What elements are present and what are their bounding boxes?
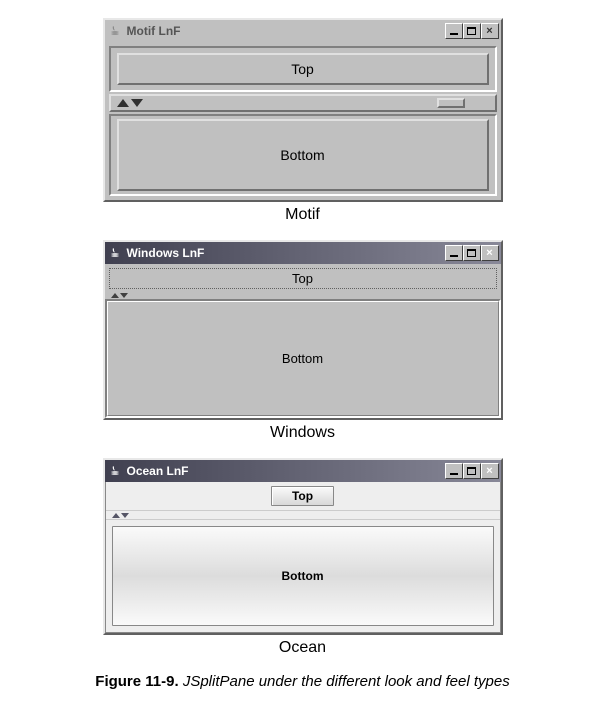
maximize-button[interactable] — [463, 463, 481, 479]
maximize-button[interactable] — [463, 23, 481, 39]
collapse-up-icon[interactable] — [112, 513, 120, 518]
top-button[interactable]: Top — [271, 486, 334, 506]
minimize-icon — [450, 473, 458, 475]
figure-caption: Figure 11-9. JSplitPane under the differ… — [10, 673, 595, 690]
motif-caption: Motif — [10, 206, 595, 224]
figure-number: Figure 11-9. — [95, 673, 178, 690]
split-bottom-panel: Bottom — [109, 114, 497, 196]
close-button[interactable]: × — [481, 23, 499, 39]
titlebar[interactable]: Windows LnF × — [105, 242, 501, 264]
bottom-button-label: Bottom — [282, 569, 324, 583]
split-bottom-panel: Bottom — [105, 299, 501, 418]
split-top-panel: Top — [106, 482, 500, 510]
java-icon — [107, 245, 123, 261]
minimize-icon — [450, 33, 458, 35]
split-top-panel: Top — [109, 46, 497, 92]
bottom-button[interactable]: Bottom — [107, 301, 499, 416]
collapse-down-icon[interactable] — [120, 293, 128, 298]
window-controls: × — [445, 245, 499, 261]
split-top-panel: Top — [105, 264, 501, 291]
motif-window: Motif LnF × Top Bottom — [103, 18, 503, 202]
collapse-down-icon[interactable] — [131, 99, 143, 107]
figure-text: JSplitPane under the different look and … — [183, 673, 510, 690]
window-controls: × — [445, 23, 499, 39]
divider-arrows — [117, 99, 143, 107]
maximize-icon — [467, 27, 476, 35]
window-title: Motif LnF — [127, 24, 181, 38]
close-icon: × — [486, 26, 492, 37]
split-divider[interactable] — [109, 94, 497, 112]
top-button[interactable]: Top — [117, 53, 489, 85]
maximize-button[interactable] — [463, 245, 481, 261]
divider-grip[interactable] — [437, 98, 465, 108]
top-button[interactable]: Top — [109, 268, 497, 289]
ocean-window: Ocean LnF × Top Bottom — [103, 458, 503, 635]
window-body: Top Bottom — [105, 264, 501, 418]
split-bottom-panel: Bottom — [106, 520, 500, 632]
split-divider[interactable] — [106, 510, 500, 520]
bottom-button[interactable]: Bottom — [112, 526, 494, 626]
maximize-icon — [467, 249, 476, 257]
collapse-down-icon[interactable] — [121, 513, 129, 518]
window-title: Windows LnF — [127, 246, 205, 260]
top-button-label: Top — [292, 489, 313, 503]
close-button[interactable]: × — [481, 463, 499, 479]
titlebar[interactable]: Ocean LnF × — [105, 460, 501, 482]
bottom-button-label: Bottom — [280, 147, 324, 163]
minimize-button[interactable] — [445, 245, 463, 261]
java-icon — [107, 463, 123, 479]
close-icon: × — [486, 466, 492, 477]
minimize-button[interactable] — [445, 463, 463, 479]
close-button[interactable]: × — [481, 245, 499, 261]
collapse-up-icon[interactable] — [117, 99, 129, 107]
titlebar[interactable]: Motif LnF × — [105, 20, 501, 42]
split-divider[interactable] — [105, 291, 501, 299]
minimize-icon — [450, 255, 458, 257]
bottom-button[interactable]: Bottom — [117, 119, 489, 191]
windows-caption: Windows — [10, 424, 595, 442]
bottom-button-label: Bottom — [282, 351, 323, 366]
java-icon — [107, 23, 123, 39]
top-button-label: Top — [291, 61, 314, 77]
collapse-up-icon[interactable] — [111, 293, 119, 298]
windows-window: Windows LnF × Top Bottom — [103, 240, 503, 420]
window-body: Top Bottom — [105, 482, 501, 633]
maximize-icon — [467, 467, 476, 475]
window-title: Ocean LnF — [127, 464, 189, 478]
minimize-button[interactable] — [445, 23, 463, 39]
window-controls: × — [445, 463, 499, 479]
top-button-label: Top — [292, 271, 313, 286]
ocean-caption: Ocean — [10, 639, 595, 657]
close-icon: × — [486, 248, 492, 259]
window-body: Top Bottom — [105, 42, 501, 200]
